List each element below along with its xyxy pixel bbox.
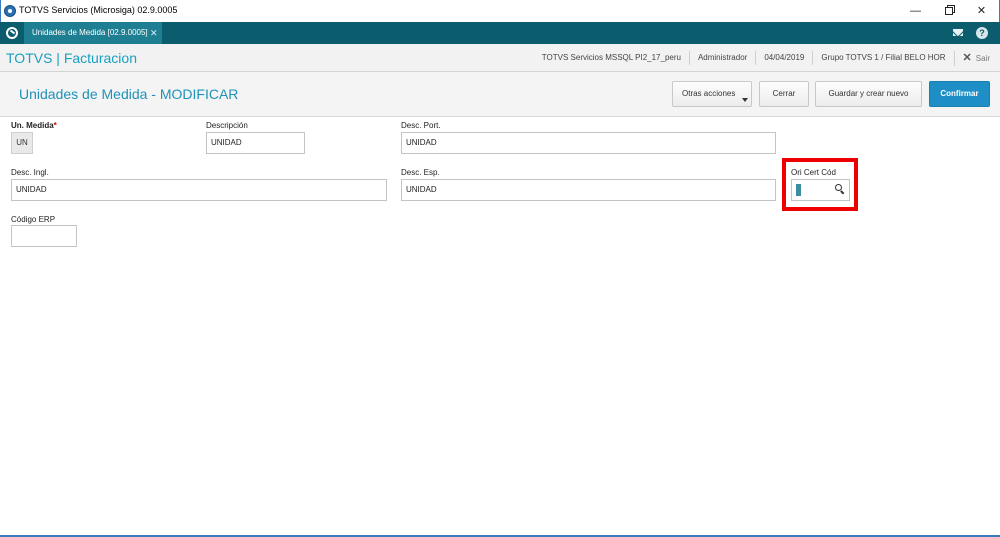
tab-label: Unidades de Medida [02.9.0005] [32, 28, 148, 37]
codigo-erp-label: Código ERP [11, 215, 56, 224]
maximize-button[interactable] [932, 0, 965, 22]
required-mark: * [53, 121, 57, 130]
window-titlebar: TOTVS Servicios (Microsiga) 02.9.0005 — … [0, 0, 1000, 22]
window-title: TOTVS Servicios (Microsiga) 02.9.0005 [19, 5, 178, 15]
close-button[interactable]: Cerrar [759, 81, 809, 107]
desc-esp-label: Desc. Esp. [401, 168, 440, 177]
highlight-box [782, 158, 858, 211]
restore-icon [944, 7, 953, 15]
environment-info: TOTVS Servicios MSSQL PI2_17_peru [541, 53, 681, 62]
mail-icon[interactable] [946, 22, 970, 44]
minimize-button[interactable]: — [899, 0, 932, 22]
home-icon[interactable] [0, 22, 24, 44]
page-header: Unidades de Medida - MODIFICAR Otras acc… [0, 72, 1000, 117]
branch-info: Grupo TOTVS 1 / Filial BELO HOR [812, 51, 953, 65]
tab-unidades-de-medida[interactable]: Unidades de Medida [02.9.0005] [24, 22, 162, 44]
close-window-button[interactable]: ✕ [965, 0, 998, 22]
un-medida-field: UN [11, 132, 33, 154]
module-brand: TOTVS | Facturacion [6, 50, 137, 66]
page-title: Unidades de Medida - MODIFICAR [19, 86, 239, 102]
tab-close-icon[interactable]: ✕ [150, 22, 158, 44]
exit-label: Sair [975, 53, 990, 63]
module-bar: TOTVS | Facturacion TOTVS Servicios MSSQ… [0, 44, 1000, 72]
totvs-app-icon [4, 5, 16, 17]
date-info: 04/04/2019 [755, 51, 812, 65]
desc-ingl-input[interactable]: UNIDAD [11, 179, 387, 201]
descripcion-input[interactable]: UNIDAD [206, 132, 305, 154]
user-info: Administrador [688, 51, 755, 65]
other-actions-button[interactable]: Otras acciones [672, 81, 752, 107]
exit-button[interactable]: ✕ Sair [953, 50, 1000, 66]
other-actions-label: Otras acciones [682, 89, 736, 98]
desc-ingl-label: Desc. Ingl. [11, 168, 49, 177]
codigo-erp-input[interactable] [11, 225, 77, 247]
desc-port-label: Desc. Port. [401, 121, 441, 130]
exit-icon: ✕ [962, 51, 972, 64]
desc-port-input[interactable]: UNIDAD [401, 132, 776, 154]
caret-down-icon [742, 98, 748, 102]
desc-esp-input[interactable]: UNIDAD [401, 179, 776, 201]
session-info: TOTVS Servicios MSSQL PI2_17_peru Admini… [534, 44, 1000, 72]
confirm-button[interactable]: Confirmar [929, 81, 990, 107]
help-icon[interactable]: ? [976, 27, 988, 39]
descripcion-label: Descripción [206, 121, 248, 130]
tab-bar: Unidades de Medida [02.9.0005] ✕ ? [0, 22, 1000, 44]
un-medida-label: Un. Medida* [11, 121, 57, 130]
save-and-new-button[interactable]: Guardar y crear nuevo [815, 81, 922, 107]
